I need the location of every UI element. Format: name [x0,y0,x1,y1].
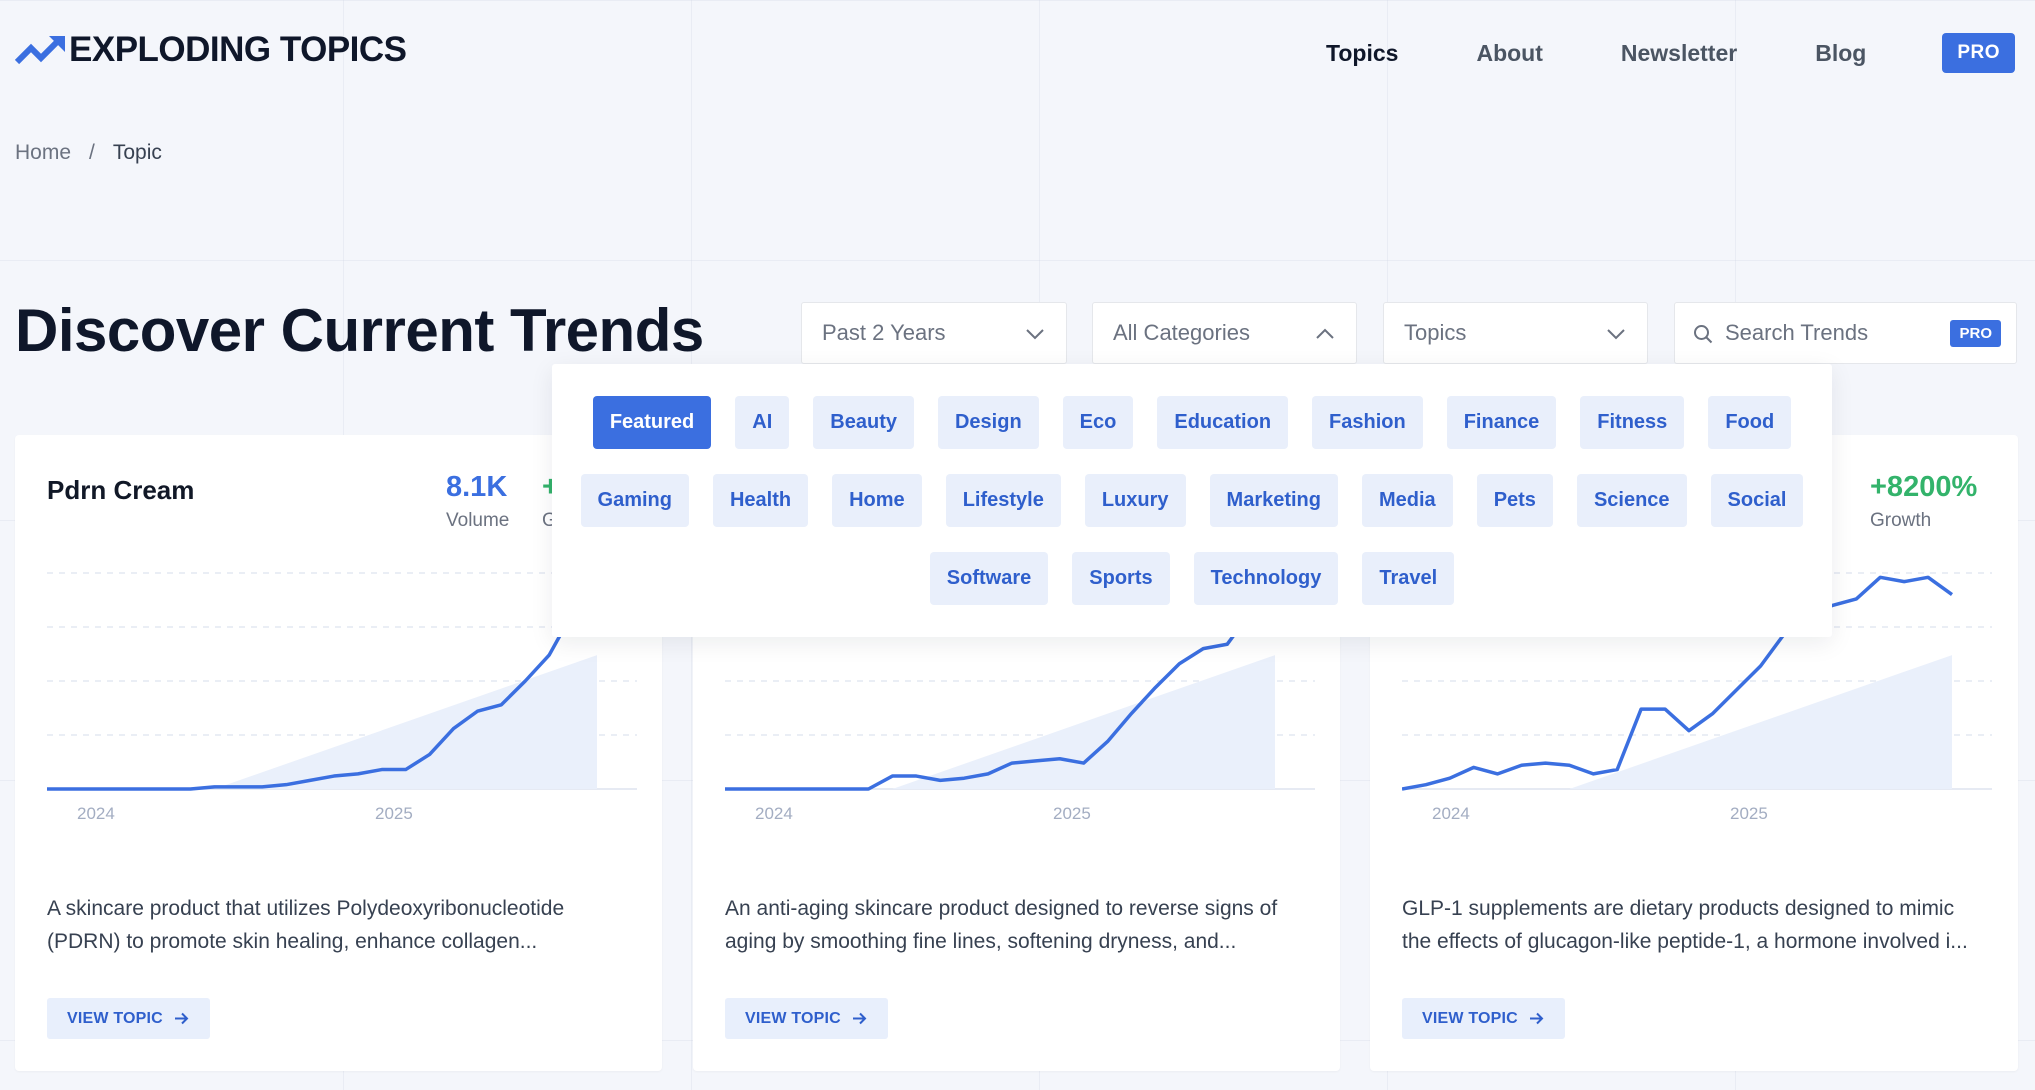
search-pro-badge: PRO [1950,320,2001,347]
breadcrumb-current: Topic [112,141,162,164]
category-chip-beauty[interactable]: Beauty [813,396,914,449]
category-chip-food[interactable]: Food [1708,396,1792,449]
category-chip-gaming[interactable]: Gaming [580,474,689,527]
chevron-down-icon [1607,329,1625,340]
description-line: aging by smoothing fine lines, softening… [725,930,1237,953]
description-line: the effects of glucagon-like peptide-1, … [1402,930,1968,953]
nav-newsletter[interactable]: Newsletter [1621,40,1737,67]
view-topic-button[interactable]: VIEW TOPIC [1402,998,1565,1039]
growth-value: +8200% [1870,471,1978,503]
type-value: Topics [1404,320,1467,345]
time-range-select[interactable]: Past 2 Years [801,302,1067,364]
category-chip-design[interactable]: Design [937,396,1039,449]
category-chip-social[interactable]: Social [1710,474,1804,527]
view-topic-button[interactable]: VIEW TOPIC [725,998,888,1039]
category-dropdown-panel: Featured AI Beauty Design Eco Education Fashio… [552,364,1832,637]
card-description: GLP-1 supplements are dietary products d… [1402,892,1992,958]
nav-about[interactable]: About [1476,40,1542,67]
main-nav: Topics About Newsletter Blog PRO [1248,33,2015,73]
category-chip-sports[interactable]: Sports [1072,552,1170,605]
category-chip-education[interactable]: Education [1157,396,1289,449]
time-range-value: Past 2 Years [822,320,946,345]
category-chip-software[interactable]: Software [929,552,1049,605]
category-select[interactable]: All Categories [1092,302,1357,364]
search-placeholder: Search Trends [1725,320,1869,345]
category-chip-eco[interactable]: Eco [1062,396,1134,449]
category-chip-health[interactable]: Health [712,474,809,527]
x-tick-label: 2024 [755,804,793,823]
description-line: (PDRN) to promote skin healing, enhance … [47,930,538,953]
page-title: Discover Current Trends [15,297,704,364]
trend-arrow-icon [15,36,65,65]
growth-label: Growth [1870,510,1932,531]
nav-blog[interactable]: Blog [1815,40,1866,67]
category-chip-home[interactable]: Home [832,474,922,527]
search-input[interactable]: Search Trends PRO [1674,302,2017,364]
x-tick-label: 2024 [77,804,115,823]
category-chip-science[interactable]: Science [1576,474,1687,527]
chevron-down-icon [1026,329,1044,340]
x-tick-label: 2025 [1730,804,1768,823]
category-chip-marketing[interactable]: Marketing [1209,474,1338,527]
view-topic-button[interactable]: VIEW TOPIC [47,998,210,1039]
type-select[interactable]: Topics [1383,302,1648,364]
category-row: Gaming Health Home Lifestyle Luxury Marketing… [552,474,1832,527]
category-chip-luxury[interactable]: Luxury [1084,474,1186,527]
category-chip-featured[interactable]: Featured [592,396,712,449]
view-topic-label: VIEW TOPIC [1422,1009,1518,1027]
category-row: Featured AI Beauty Design Eco Education Fashio… [552,396,1832,449]
volume-value: 8.1K [446,471,508,503]
category-row: Software Sports Technology Travel [552,552,1832,605]
category-chip-ai[interactable]: AI [735,396,790,449]
arrow-right-icon [1529,1012,1544,1025]
breadcrumb: Home / Topic [15,141,162,165]
chevron-up-icon [1316,328,1334,339]
view-topic-label: VIEW TOPIC [745,1009,841,1027]
trend-area [1569,655,1952,789]
x-tick-label: 2025 [375,804,413,823]
site-header: EXPLODING TOPICS Topics About Newsletter… [0,0,2035,105]
breadcrumb-home[interactable]: Home [15,141,71,165]
category-chip-fitness[interactable]: Fitness [1580,396,1685,449]
breadcrumb-separator: / [89,141,95,164]
view-topic-label: VIEW TOPIC [67,1009,163,1027]
description-line: An anti-aging skincare product designed … [725,897,1278,920]
growth-metric: +8200% Growth [1870,471,1977,532]
pro-button[interactable]: PRO [1942,33,2015,73]
category-chip-technology[interactable]: Technology [1193,552,1339,605]
nav-topics[interactable]: Topics [1326,40,1398,67]
category-chip-travel[interactable]: Travel [1362,552,1455,605]
category-chip-finance[interactable]: Finance [1446,396,1557,449]
arrow-right-icon [852,1012,867,1025]
x-tick-label: 2025 [1053,804,1091,823]
volume-label: Volume [446,510,510,531]
trend-chart: 2024 2025 [47,572,637,823]
category-chip-lifestyle[interactable]: Lifestyle [945,474,1061,527]
card-title: Pdrn Cream [47,475,195,505]
search-icon [1694,325,1713,344]
category-chip-fashion[interactable]: Fashion [1312,396,1423,449]
category-chip-pets[interactable]: Pets [1476,474,1553,527]
card-description: A skincare product that utilizes Polydeo… [47,892,637,958]
volume-metric: 8.1K Volume [446,471,509,532]
description-line: A skincare product that utilizes Polydeo… [47,897,565,920]
description-line: GLP-1 supplements are dietary products d… [1402,897,1955,920]
category-chip-media[interactable]: Media [1362,474,1453,527]
logo[interactable]: EXPLODING TOPICS [15,30,407,70]
trend-area [892,655,1275,789]
logo-text: EXPLODING TOPICS [69,30,407,69]
arrow-right-icon [174,1012,189,1025]
card-description: An anti-aging skincare product designed … [725,892,1315,958]
x-tick-label: 2024 [1432,804,1470,823]
category-value: All Categories [1113,320,1250,345]
